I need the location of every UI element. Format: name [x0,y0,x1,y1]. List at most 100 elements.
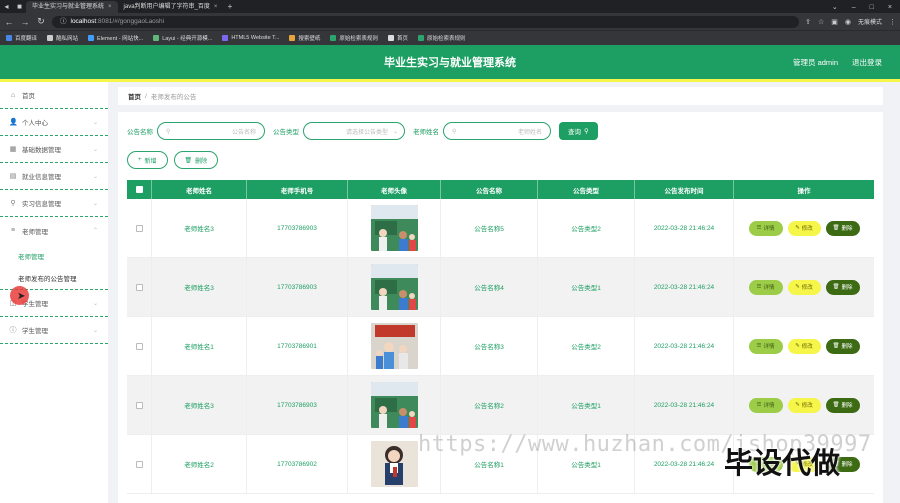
detail-icon: ☰ [756,343,762,349]
new-tab-icon[interactable]: + [225,2,234,11]
bookmark-item[interactable]: 酷私网站 [47,34,78,42]
close-tab-icon[interactable]: × [108,1,112,13]
info-icon[interactable]: ⓘ [60,16,67,28]
bookmark-item[interactable]: Element - 网站快... [88,34,143,42]
breadcrumb-home[interactable]: 首页 [128,91,141,101]
select-all-checkbox[interactable] [135,186,143,193]
detail-button[interactable]: ☰ 详情 [748,279,783,295]
delete-button[interactable]: 🗑 删除 [825,338,860,354]
menu-icon[interactable]: ⋮ [889,18,896,26]
add-button[interactable]: + 新增 [127,151,168,169]
cell-teacher-phone: 17703786902 [247,435,348,493]
forward-icon[interactable]: → [20,17,30,27]
teacher-avatar-image[interactable] [370,441,418,487]
cell-teacher-avatar [348,199,441,257]
table-header: 老师姓名 老师手机号 老师头像 公告名称 公告类型 公告发布时间 操作 [127,180,874,199]
detail-button[interactable]: ☰ 详情 [748,338,783,354]
cell-publish-time: 2022-03-28 21:46:24 [635,317,734,375]
maximize-icon[interactable]: □ [870,4,874,11]
delete-button[interactable]: 🗑 删除 [825,397,860,413]
breadcrumb: 首页 / 老师发布的公告 [118,87,883,105]
edit-button[interactable]: ✎ 修改 [787,338,821,354]
sidebar-item-teachers[interactable]: ≡ 老师管理 ⌃ [0,217,108,244]
browser-tab[interactable]: java判断用户编辑了字符串_百度 × [118,1,224,13]
bookmark-item[interactable]: 原始检索表规则 [330,34,378,42]
logout-link[interactable]: 退出登录 [852,57,882,68]
action-buttons: + 新增 🗑 删除 [127,151,219,169]
sidebar-item-employment[interactable]: ▤ 就业信息管理 ⌄ [0,163,108,190]
detail-button[interactable]: ☰ 详情 [748,220,783,236]
announcement-type-select[interactable]: 请选择公告类型 ⌄ [303,122,405,140]
star-icon[interactable]: ☆ [818,18,824,26]
sidebar-item-internship[interactable]: ⚲ 实习信息管理 ⌄ [0,190,108,217]
search-button[interactable]: 查询 ⚲ [559,122,598,140]
close-window-icon[interactable]: × [888,4,892,11]
submenu-teacher-management[interactable]: 老师管理 [0,244,108,267]
window-icon[interactable]: ■ [15,2,24,11]
bookmark-item[interactable]: 百度翻译 [6,34,37,42]
edit-button[interactable]: ✎ 修改 [787,279,821,295]
tab-search-icon[interactable]: ◂ [2,2,11,11]
reload-icon[interactable]: ↻ [36,16,46,27]
select-all-cell [127,180,152,199]
row-checkbox[interactable] [135,283,143,291]
sidebar-item-basic-data[interactable]: ▦ 基础数据管理 ⌄ [0,136,108,163]
url-input[interactable]: ⓘ localhost:8081/#/gonggaoLaoshi [52,15,800,28]
chevron-up-icon: ⌃ [92,228,98,234]
sidebar-item-home[interactable]: ⌂ 首页 [0,82,108,109]
back-icon[interactable]: ← [4,17,14,27]
cell-announcement-type: 公告类型2 [538,317,635,375]
row-select-cell [127,435,152,493]
search-button-label: 查询 [568,129,581,136]
header-user-area: 管理员 admin 退出登录 [793,57,882,68]
sidebar-item-label: 首页 [22,93,35,100]
row-checkbox[interactable] [135,224,143,232]
teacher-avatar-image[interactable] [370,264,418,310]
batch-delete-button[interactable]: 🗑 删除 [173,151,219,169]
bookmark-item[interactable]: HTML5 Website T... [222,35,279,41]
bookmark-item[interactable]: 原始检索表规则 [417,34,465,42]
teacher-name-input[interactable]: ⚲ 老师姓名 [443,122,551,140]
sidebar-item-label: 学生管理 [22,328,48,335]
teacher-avatar-image[interactable] [370,205,418,251]
search-icon: ⚲ [584,128,589,135]
share-icon[interactable]: ⇪ [805,18,811,26]
delete-button[interactable]: 🗑 删除 [825,220,860,236]
sidebar-item-students-2[interactable]: ⓘ 学生管理 ⌄ [0,317,108,344]
minimize-icon[interactable]: – [852,4,856,11]
chevron-down-icon: ⌄ [92,300,98,307]
search-icon: ⚲ [166,128,171,135]
edit-button[interactable]: ✎ 修改 [787,220,821,236]
header-publish-time[interactable]: 公告发布时间 [635,180,734,199]
close-tab-icon[interactable]: × [214,1,218,13]
incognito-icon[interactable]: ◉ [845,18,851,26]
header-announcement-type[interactable]: 公告类型 [538,180,635,199]
row-checkbox[interactable] [135,401,143,409]
announcement-name-input[interactable]: ⚲ 公告名称 [157,122,265,140]
row-checkbox[interactable] [135,342,143,350]
cell-announcement-type: 公告类型1 [538,258,635,316]
bookmark-item[interactable]: Layui - 经典开源模... [153,34,212,42]
teacher-avatar-image[interactable] [370,323,418,369]
incognito-label: 无痕模式 [857,20,882,26]
row-select-cell [127,317,152,375]
cell-teacher-avatar [348,376,441,434]
header-teacher-name[interactable]: 老师姓名 [152,180,247,199]
bookmark-item[interactable]: 搜索壁纸 [289,34,320,42]
browser-tab-active[interactable]: 毕业生实习与就业管理系统 × [26,1,118,13]
chevron-down-icon[interactable]: ⌄ [832,3,838,11]
edit-button[interactable]: ✎ 修改 [787,397,821,413]
extensions-icon[interactable]: ▣ [831,18,838,26]
chevron-down-icon: ⌄ [92,146,98,153]
cell-operations: ☰ 详情 ✎ 修改 🗑 删除 [734,376,874,434]
row-checkbox[interactable] [135,460,143,468]
header-teacher-phone[interactable]: 老师手机号 [247,180,348,199]
sidebar-item-profile[interactable]: 👤 个人中心 ⌄ [0,109,108,136]
header-operations: 操作 [797,187,811,195]
app-title: 毕业生实习与就业管理系统 [384,57,516,69]
bookmark-item[interactable]: 首页 [387,34,408,42]
teacher-avatar-image[interactable] [370,382,418,428]
delete-button[interactable]: 🗑 删除 [825,279,860,295]
header-announcement-name[interactable]: 公告名称 [441,180,538,199]
detail-button[interactable]: ☰ 详情 [748,397,783,413]
